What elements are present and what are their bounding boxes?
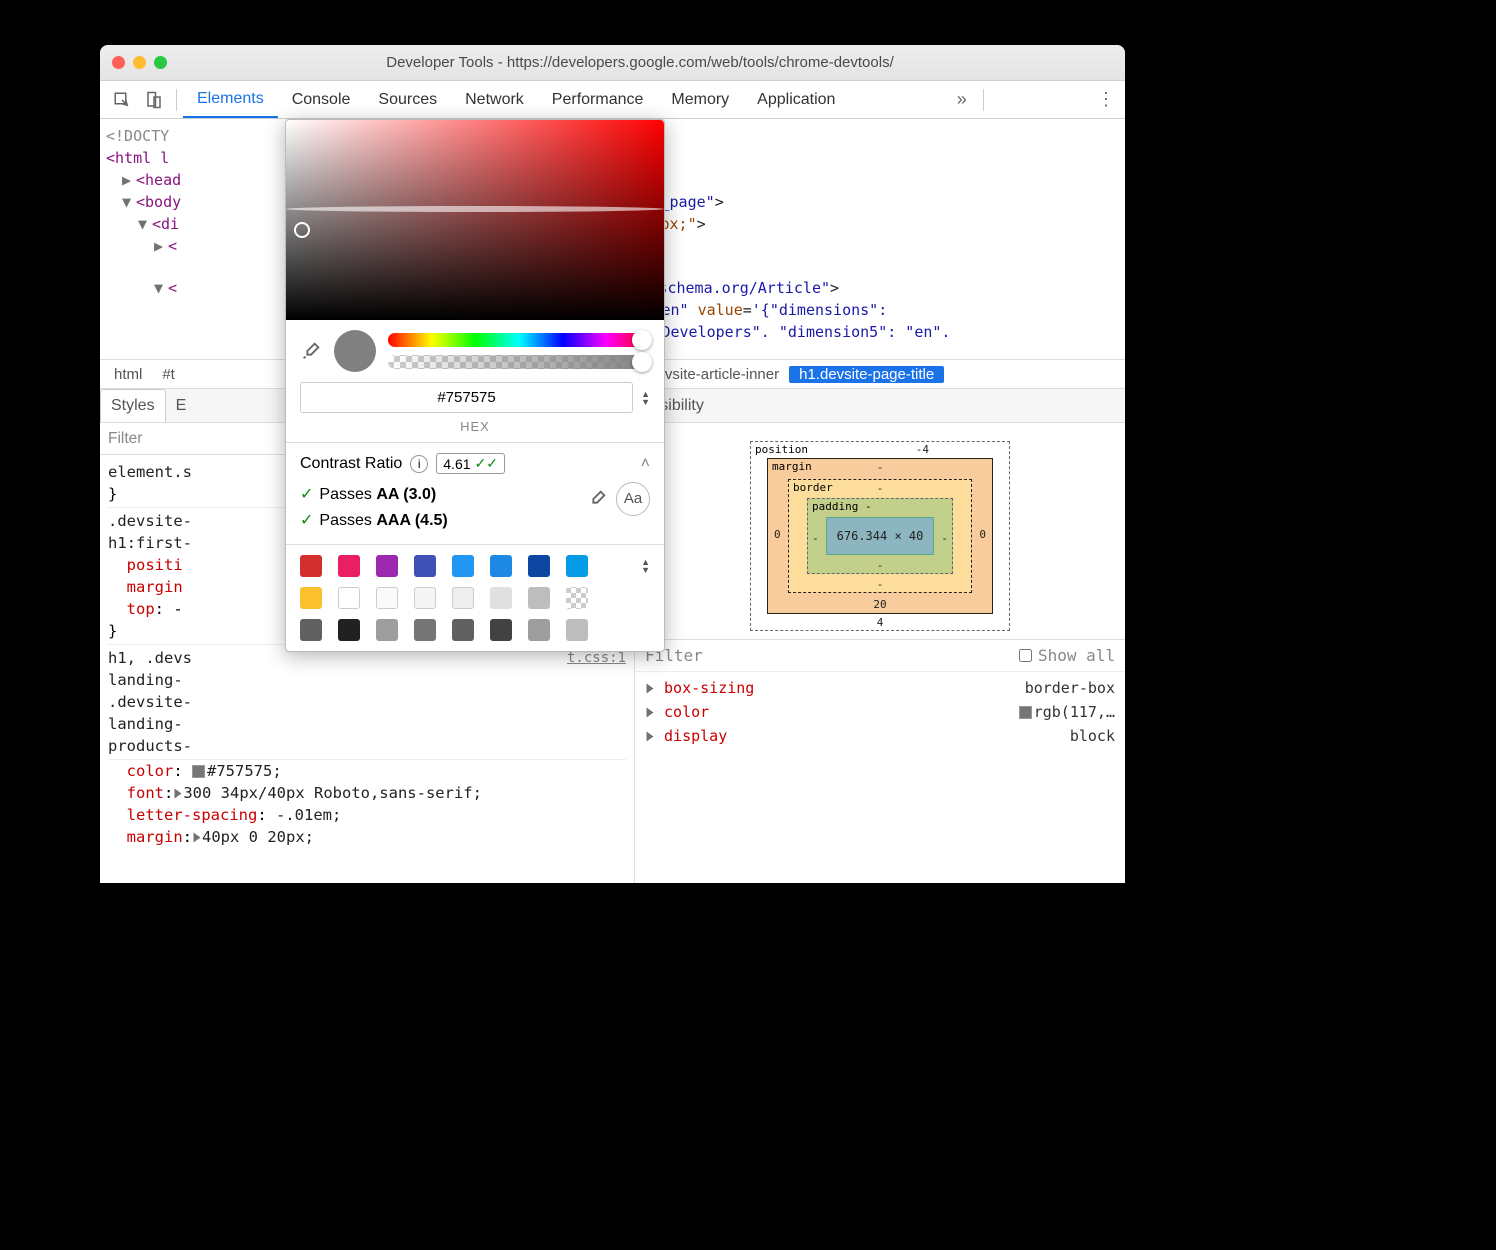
slider-thumb[interactable] — [632, 352, 652, 372]
collapse-arrow-icon[interactable]: ▼ — [154, 277, 168, 299]
main-tabbar: Elements Console Sources Network Perform… — [100, 81, 1125, 119]
chevron-up-icon[interactable]: ˄ — [641, 455, 650, 473]
format-stepper[interactable]: ▲▼ — [641, 390, 650, 406]
palette-swatch[interactable] — [414, 587, 436, 609]
palette-swatch[interactable] — [376, 555, 398, 577]
palette-swatch[interactable] — [528, 555, 550, 577]
alpha-slider[interactable] — [388, 355, 650, 369]
show-all-label: Show all — [1038, 646, 1115, 665]
html-tag: <html l — [106, 149, 169, 167]
hex-input[interactable] — [300, 382, 633, 413]
palette-swatch[interactable] — [452, 587, 474, 609]
content-area: <!DOCTY <html l ▶<head ▼<body id="top_of… — [100, 119, 1125, 883]
show-all-checkbox[interactable] — [1019, 649, 1032, 662]
check-icon: ✓ — [300, 512, 313, 529]
device-toggle-icon[interactable] — [142, 88, 166, 112]
tab-network[interactable]: Network — [451, 81, 538, 118]
computed-pane: position -4 margin - border - padding - … — [635, 423, 1125, 883]
tab-performance[interactable]: Performance — [538, 81, 658, 118]
crumb-selected[interactable]: h1.devsite-page-title — [789, 366, 944, 383]
palette-swatch[interactable] — [300, 619, 322, 641]
box-model: position -4 margin - border - padding - … — [635, 423, 1125, 640]
titlebar: Developer Tools - https://developers.goo… — [100, 45, 1125, 81]
separator — [983, 89, 984, 111]
palette-swatch[interactable] — [414, 619, 436, 641]
color-picker: ▲▼ HEX Contrast Ratio i 4.61 ✓✓ ˄ Aa ✓ — [285, 119, 665, 652]
tab-elements[interactable]: Elements — [183, 81, 278, 118]
expand-arrow-icon[interactable]: ▶ — [154, 235, 168, 257]
palette-swatch[interactable] — [338, 587, 360, 609]
contrast-label: Contrast Ratio — [300, 455, 402, 473]
more-tabs-icon[interactable]: » — [947, 89, 977, 110]
palette-swatch[interactable] — [490, 619, 512, 641]
crumb-html[interactable]: html — [104, 366, 152, 383]
saturation-field[interactable] — [286, 120, 664, 320]
separator — [176, 89, 177, 111]
expand-arrow-icon[interactable]: ▶ — [122, 169, 136, 191]
palette-swatch[interactable] — [566, 619, 588, 641]
palette-swatch[interactable] — [300, 555, 322, 577]
filter-input[interactable]: Filter — [108, 430, 142, 448]
expand-arrow-icon[interactable] — [175, 789, 182, 799]
color-swatch-icon[interactable] — [192, 765, 205, 778]
palette-swatch[interactable] — [452, 619, 474, 641]
position-label: position — [755, 443, 808, 456]
palette-swatch[interactable] — [490, 587, 512, 609]
palette-swatch[interactable] — [338, 619, 360, 641]
eyedropper-icon[interactable] — [586, 488, 608, 510]
border-label: border — [793, 481, 833, 494]
padding-label: padding - — [812, 500, 872, 513]
expand-arrow-icon[interactable] — [194, 833, 201, 843]
palette-swatch[interactable] — [528, 619, 550, 641]
contrast-value: 4.61 ✓✓ — [436, 453, 505, 474]
window-title: Developer Tools - https://developers.goo… — [167, 54, 1113, 71]
palette-swatch[interactable] — [566, 555, 588, 577]
collapse-arrow-icon[interactable]: ▼ — [122, 191, 136, 213]
margin-label: margin — [772, 460, 812, 473]
color-swatch-icon — [1019, 706, 1032, 719]
palette-swatch[interactable] — [338, 555, 360, 577]
subtab-partial[interactable]: E — [166, 389, 197, 422]
tab-application[interactable]: Application — [743, 81, 849, 118]
tab-console[interactable]: Console — [278, 81, 365, 118]
palette-swatch[interactable] — [376, 587, 398, 609]
text-sample-icon[interactable]: Aa — [616, 482, 650, 516]
devtools-window: Developer Tools - https://developers.goo… — [100, 45, 1125, 883]
minimize-icon[interactable] — [133, 56, 146, 69]
tab-memory[interactable]: Memory — [657, 81, 743, 118]
palette-swatch[interactable] — [566, 587, 588, 609]
zoom-icon[interactable] — [154, 56, 167, 69]
color-preview — [334, 330, 376, 372]
collapse-arrow-icon[interactable]: ▼ — [138, 213, 152, 235]
subtab-styles[interactable]: Styles — [100, 389, 166, 422]
picker-cursor-icon[interactable] — [294, 222, 310, 238]
traffic-lights — [112, 56, 167, 69]
inspect-icon[interactable] — [110, 88, 134, 112]
kebab-menu-icon[interactable]: ⋮ — [1087, 89, 1125, 110]
content-size: 676.344 × 40 — [826, 517, 934, 555]
slider-thumb[interactable] — [632, 330, 652, 350]
palette-swatch[interactable] — [452, 555, 474, 577]
computed-filter-bar: Filter Show all — [635, 640, 1125, 672]
info-icon[interactable]: i — [410, 455, 428, 473]
expand-arrow-icon[interactable] — [647, 708, 654, 718]
expand-arrow-icon[interactable] — [647, 732, 654, 742]
palette-swatch[interactable] — [490, 555, 512, 577]
palette-swatch[interactable] — [300, 587, 322, 609]
tab-sources[interactable]: Sources — [364, 81, 451, 118]
eyedropper-icon[interactable] — [300, 340, 322, 362]
palette-swatch[interactable] — [414, 555, 436, 577]
hue-slider[interactable] — [388, 333, 650, 347]
computed-properties: box-sizingborder-box colorrgb(117,… disp… — [635, 672, 1125, 752]
crumb-item[interactable]: #t — [152, 366, 185, 383]
expand-arrow-icon[interactable] — [647, 684, 654, 694]
palette: ▲▼ — [286, 545, 664, 651]
contrast-section: Contrast Ratio i 4.61 ✓✓ ˄ Aa ✓Passes AA… — [286, 443, 664, 544]
close-icon[interactable] — [112, 56, 125, 69]
hex-label: HEX — [286, 419, 664, 434]
check-icon: ✓ — [300, 486, 313, 503]
palette-swatch[interactable] — [376, 619, 398, 641]
palette-swatch[interactable] — [528, 587, 550, 609]
palette-stepper[interactable]: ▲▼ — [641, 558, 650, 574]
